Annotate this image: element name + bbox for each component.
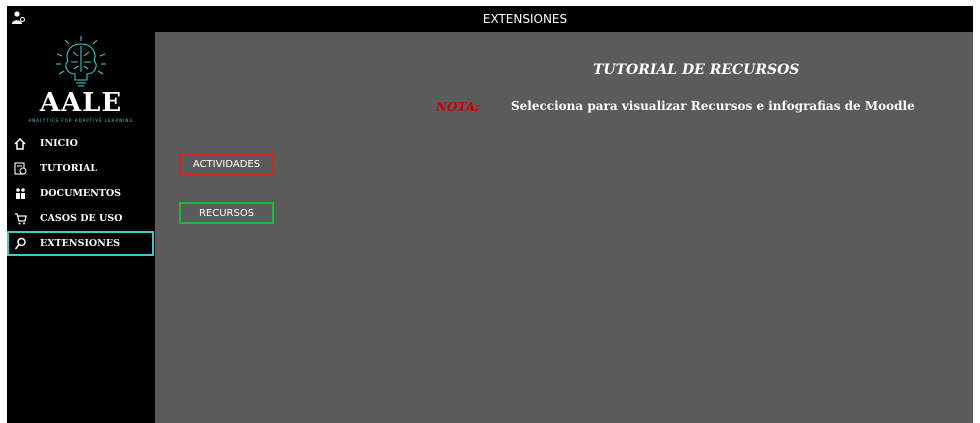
- nota-label: NOTA:: [436, 100, 480, 114]
- sidebar-nav: INICIO TUTORIAL DOCUMENTOS CASOS DE USO: [7, 131, 155, 256]
- search-icon: [13, 237, 27, 251]
- logo-subtitle: ANALYTICS FOR ADAPTIVE LEARNING: [28, 118, 134, 123]
- sidebar-item-label: INICIO: [40, 138, 78, 149]
- sidebar-item-label: EXTENSIONES: [40, 238, 120, 249]
- actividades-button[interactable]: ACTIVIDADES: [179, 153, 274, 175]
- page-title: TUTORIAL DE RECURSOS: [593, 62, 800, 78]
- cart-icon: [13, 212, 27, 226]
- sidebar: AALE ANALYTICS FOR ADAPTIVE LEARNING INI…: [7, 32, 155, 423]
- sidebar-item-inicio[interactable]: INICIO: [7, 131, 155, 156]
- sidebar-item-documentos[interactable]: DOCUMENTOS: [7, 181, 155, 206]
- sidebar-item-tutorial[interactable]: TUTORIAL: [7, 156, 155, 181]
- nota-text: Selecciona para visualizar Recursos e in…: [511, 99, 915, 113]
- sidebar-item-label: CASOS DE USO: [40, 213, 123, 224]
- brain-circuit-icon: [56, 36, 106, 87]
- sidebar-item-label: TUTORIAL: [40, 163, 98, 174]
- window-title: EXTENSIONES: [482, 12, 568, 26]
- logo-title: AALE: [39, 88, 123, 118]
- sidebar-item-extensiones[interactable]: EXTENSIONES: [7, 231, 154, 256]
- recursos-button[interactable]: RECURSOS: [179, 202, 274, 224]
- home-icon: [13, 137, 27, 151]
- app-window: EXTENSIONES AALE ANALYTICS FOR ADAPTIVE …: [7, 6, 973, 423]
- documents-icon: [13, 187, 27, 201]
- title-bar: EXTENSIONES: [7, 6, 973, 32]
- sidebar-item-label: DOCUMENTOS: [40, 188, 122, 199]
- main-content: TUTORIAL DE RECURSOS NOTA: Selecciona pa…: [155, 32, 973, 423]
- logo: AALE ANALYTICS FOR ADAPTIVE LEARNING: [7, 34, 155, 126]
- sidebar-item-casos-de-uso[interactable]: CASOS DE USO: [7, 206, 155, 231]
- tutorial-icon: [13, 162, 27, 176]
